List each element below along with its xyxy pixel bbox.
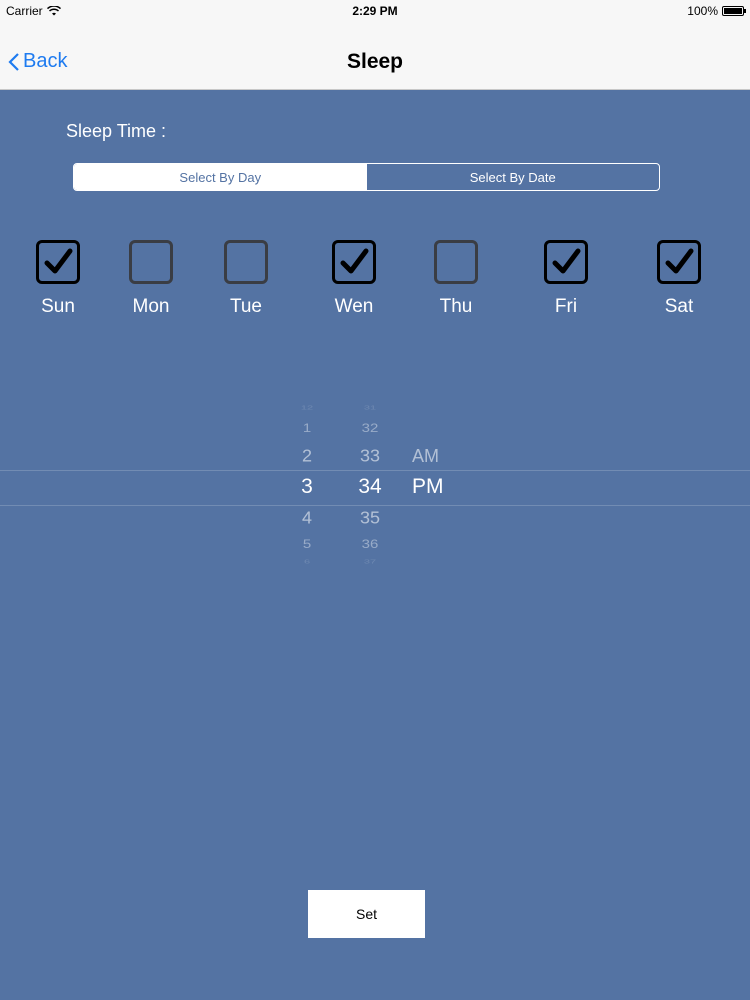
- set-button[interactable]: Set: [308, 890, 425, 938]
- day-label: Tue: [229, 296, 263, 317]
- day-checkbox[interactable]: [36, 240, 80, 284]
- checkmark-icon: [340, 248, 369, 274]
- ampm-option[interactable]: PM: [412, 475, 444, 499]
- segment-select-by-date[interactable]: Select By Date: [367, 164, 660, 190]
- checkmark-icon: [665, 248, 694, 274]
- navigation-bar: Back Sleep: [0, 22, 750, 90]
- day-fri[interactable]: Fri: [521, 240, 611, 318]
- day-wen[interactable]: Wen: [309, 240, 399, 318]
- day-checkbox[interactable]: [434, 240, 478, 284]
- day-tue[interactable]: Tue: [201, 240, 291, 318]
- battery-percent: 100%: [687, 4, 718, 18]
- minute-option[interactable]: 36: [340, 538, 400, 552]
- minute-option[interactable]: 34: [340, 475, 400, 499]
- day-checkbox[interactable]: [224, 240, 268, 284]
- day-checkbox[interactable]: [332, 240, 376, 284]
- battery-indicator: 100%: [687, 4, 746, 18]
- day-label: Sun: [41, 296, 75, 317]
- sleep-time-label: Sleep Time :: [66, 121, 167, 141]
- minute-option[interactable]: 33: [340, 447, 400, 467]
- day-checkbox[interactable]: [544, 240, 588, 284]
- page-title: Sleep: [346, 50, 404, 73]
- picker-selection-bottom-line: [0, 505, 750, 506]
- hour-option[interactable]: 1: [277, 422, 337, 436]
- minute-option[interactable]: 31: [340, 405, 400, 411]
- day-thu[interactable]: Thu: [411, 240, 501, 318]
- hour-option[interactable]: 12: [277, 405, 337, 411]
- hour-option[interactable]: 2: [277, 447, 337, 467]
- day-label: Thu: [439, 296, 473, 317]
- ampm-option[interactable]: AM: [412, 446, 439, 467]
- minute-option[interactable]: 35: [340, 509, 400, 529]
- time-picker[interactable]: 12 1 2 3 4 5 6 31 32 33 34 35 36 37 AM PM: [0, 400, 750, 575]
- status-bar: Carrier 2:29 PM 100%: [0, 0, 750, 22]
- segment-select-by-day[interactable]: Select By Day: [74, 164, 367, 190]
- selection-mode-control: Select By Day Select By Date: [73, 163, 660, 191]
- checkmark-icon: [552, 248, 581, 274]
- minute-option[interactable]: 32: [340, 422, 400, 436]
- hour-option[interactable]: 4: [277, 509, 337, 529]
- hour-option[interactable]: 5: [277, 538, 337, 552]
- picker-selection-top-line: [0, 470, 750, 471]
- day-label: Sat: [664, 296, 694, 317]
- hour-option[interactable]: 3: [277, 475, 337, 499]
- minute-option[interactable]: 37: [340, 559, 400, 565]
- day-checkbox[interactable]: [129, 240, 173, 284]
- day-label: Fri: [554, 296, 578, 317]
- day-sun[interactable]: Sun: [13, 240, 103, 318]
- battery-icon: [722, 6, 746, 16]
- hour-option[interactable]: 6: [277, 559, 337, 565]
- day-label: Wen: [334, 296, 374, 317]
- status-time: 2:29 PM: [352, 4, 398, 18]
- checkmark-icon: [44, 248, 73, 274]
- day-checkbox[interactable]: [657, 240, 701, 284]
- day-label: Mon: [132, 296, 170, 317]
- day-mon[interactable]: Mon: [106, 240, 196, 318]
- day-sat[interactable]: Sat: [634, 240, 724, 318]
